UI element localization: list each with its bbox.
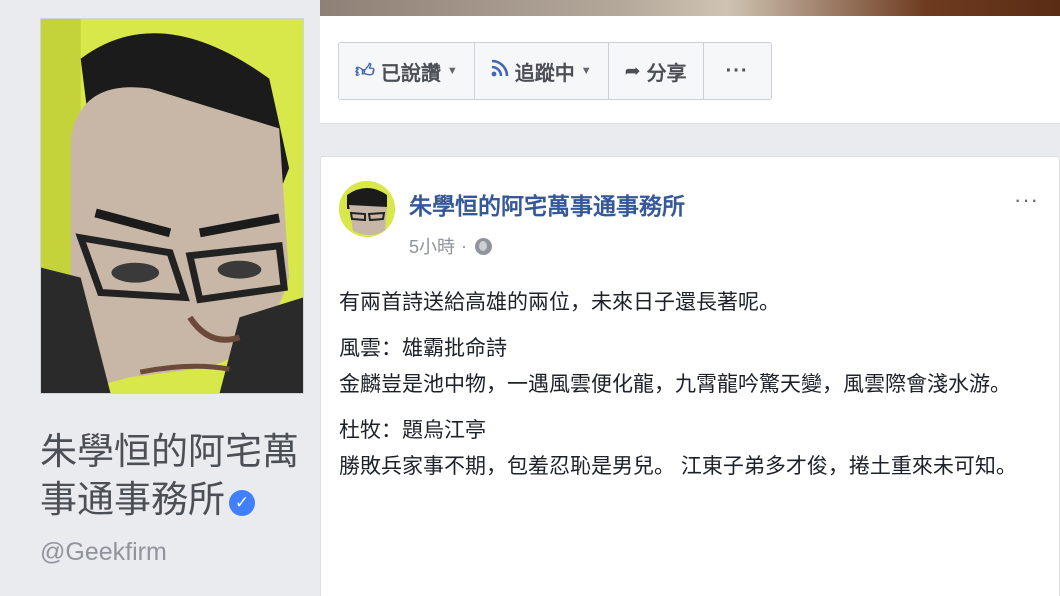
post-timestamp[interactable]: 5小時 bbox=[409, 233, 455, 259]
liked-button[interactable]: 👍︎ 已說讚 ▼ bbox=[339, 43, 475, 99]
globe-icon[interactable] bbox=[475, 237, 493, 255]
post-paragraph: 有兩首詩送給高雄的兩位，未來日子還長著呢。 bbox=[339, 291, 780, 314]
post-meta: 5小時 · bbox=[409, 233, 493, 259]
caret-down-icon: ▼ bbox=[446, 65, 458, 77]
rss-icon bbox=[491, 59, 509, 83]
share-arrow-icon: ➦ bbox=[624, 60, 641, 82]
thumbs-up-icon: 👍︎ bbox=[355, 60, 375, 82]
liked-label: 已說讚 bbox=[380, 62, 441, 85]
post-paragraph: 杜牧：題烏江亭 勝敗兵家事不期，包羞忍恥是男兒。 江東子弟多才俊，捲土重來未可知… bbox=[339, 419, 1017, 478]
more-options-button[interactable]: ··· bbox=[704, 43, 771, 99]
post-options-button[interactable]: ··· bbox=[1014, 187, 1039, 213]
meta-separator: · bbox=[461, 235, 468, 256]
caret-down-icon: ▼ bbox=[580, 65, 592, 77]
verified-badge-icon: ✓ bbox=[229, 490, 255, 516]
page-name-text: 朱學恒的阿宅萬事通事務所 bbox=[40, 430, 299, 521]
share-label: 分享 bbox=[646, 62, 687, 85]
post-author-avatar[interactable] bbox=[339, 181, 395, 237]
share-button[interactable]: ➦ 分享 bbox=[609, 43, 704, 99]
page-actions-card: 👍︎ 已說讚 ▼ 追蹤中 ▼ ➦ 分享 ··· bbox=[320, 16, 1060, 124]
page-action-bar: 👍︎ 已說讚 ▼ 追蹤中 ▼ ➦ 分享 ··· bbox=[338, 42, 772, 100]
page-handle: @Geekfirm bbox=[40, 538, 167, 566]
post-paragraph: 風雲：雄霸批命詩 金麟豈是池中物，一遇風雲便化龍，九霄龍吟驚天變，風雲際會淺水游… bbox=[339, 337, 1011, 396]
profile-picture[interactable] bbox=[40, 18, 304, 394]
post-author-name[interactable]: 朱學恒的阿宅萬事通事務所 bbox=[409, 187, 685, 221]
post-text: 有兩首詩送給高雄的兩位，未來日子還長著呢。 風雲：雄霸批命詩 金麟豈是池中物，一… bbox=[339, 285, 1019, 495]
following-label: 追蹤中 bbox=[514, 62, 575, 85]
post-card: 朱學恒的阿宅萬事通事務所 5小時 · ··· 有兩首詩送給高雄的兩位，未來日子還… bbox=[320, 156, 1060, 596]
following-button[interactable]: 追蹤中 ▼ bbox=[475, 43, 609, 99]
page-name[interactable]: 朱學恒的阿宅萬事通事務所 ✓ bbox=[40, 428, 310, 524]
cover-photo[interactable] bbox=[320, 0, 1060, 16]
